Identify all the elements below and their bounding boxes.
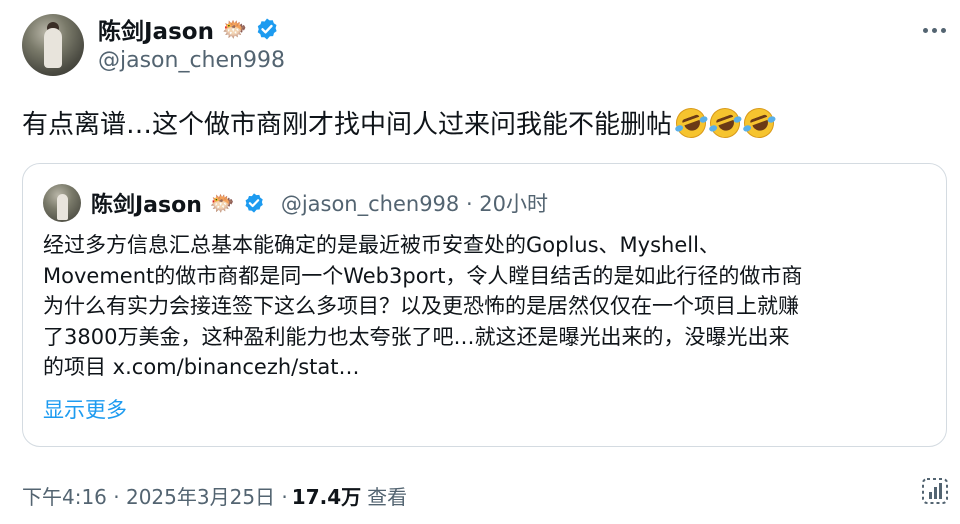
- quoted-display-name: 陈剑Jason: [91, 193, 202, 218]
- author-name-row: 陈剑Jason 🐡: [98, 12, 279, 46]
- tweet-meta: 下午4:16 · 2025年3月25日 · 17.4万 查看: [22, 481, 407, 510]
- author-avatar[interactable]: [22, 14, 84, 76]
- quoted-author-avatar: [43, 184, 81, 222]
- quoted-text-line: 的项目 x.com/binancezh/stat…: [43, 355, 360, 379]
- rolling-laughing-emoji: [671, 103, 711, 142]
- quoted-header: 陈剑Jason 🐡 @jason_chen998 · 20小时: [91, 188, 548, 218]
- verified-badge-icon: [245, 193, 263, 213]
- quoted-handle-time: @jason_chen998 · 20小时: [280, 192, 549, 216]
- verified-badge-icon: [257, 18, 277, 40]
- author-handle[interactable]: @jason_chen998: [98, 48, 285, 73]
- rolling-laughing-emoji: [705, 103, 745, 142]
- analytics-icon[interactable]: [920, 476, 950, 506]
- rolling-laughing-emoji: [739, 103, 779, 142]
- quoted-text: 经过多方信息汇总基本能确定的是最近被币安查处的Goplus、Myshell、 M…: [43, 230, 933, 383]
- show-more-link[interactable]: 显示更多: [43, 394, 127, 424]
- more-icon: [922, 27, 928, 33]
- author-display-name[interactable]: 陈剑Jason: [98, 12, 214, 46]
- view-count: 17.4万: [291, 485, 362, 509]
- tweet-text: 有点离谱…这个做市商刚才找中间人过来问我能不能删帖: [22, 103, 779, 142]
- quoted-text-line: 了3800万美金，这种盈利能力也太夸张了吧…就这还是曝光出来的，没曝光出来: [43, 324, 790, 349]
- timestamp[interactable]: 下午4:16 · 2025年3月25日 ·: [22, 481, 288, 510]
- quoted-text-line: Movement的做市商都是同一个Web3port，令人瞠目结舌的是如此行径的做…: [43, 263, 803, 288]
- quoted-tweet-card[interactable]: 陈剑Jason 🐡 @jason_chen998 · 20小时 经过多方信息汇总…: [22, 163, 947, 447]
- pufferfish-emoji: 🐡: [209, 191, 235, 215]
- more-options-button[interactable]: [918, 18, 950, 42]
- tweet-body: 有点离谱…这个做市商刚才找中间人过来问我能不能删帖: [22, 110, 673, 140]
- quoted-text-line: 为什么有实力会接连签下这么多项目？以及更恐怖的是居然仅仅在一个项目上就赚: [43, 294, 799, 318]
- quoted-text-line: 经过多方信息汇总基本能确定的是最近被币安查处的Goplus、Myshell、: [43, 233, 720, 257]
- pufferfish-emoji: 🐡: [221, 17, 247, 41]
- views-label: 查看: [367, 485, 408, 509]
